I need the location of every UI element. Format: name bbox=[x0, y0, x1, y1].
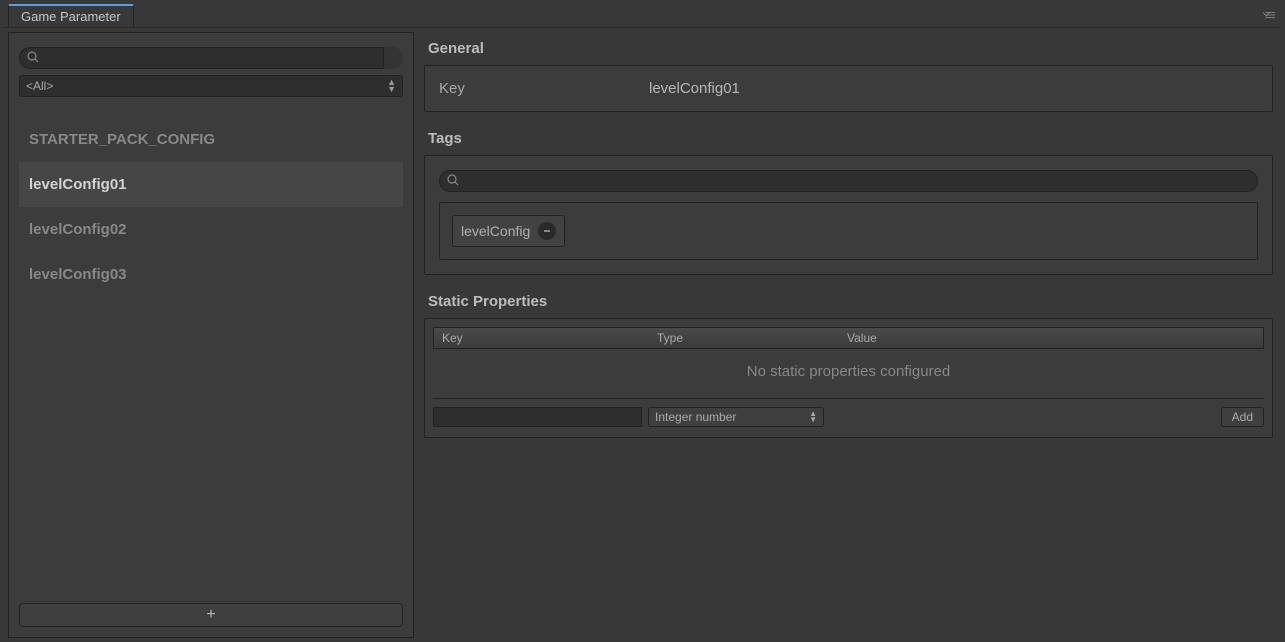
sidebar-add-button[interactable]: + bbox=[19, 603, 403, 627]
sidebar-search-clear[interactable] bbox=[383, 47, 403, 69]
new-property-key-input[interactable] bbox=[433, 407, 642, 427]
list-item[interactable]: levelConfig03 bbox=[19, 252, 403, 297]
tag-chip-label: levelConfig bbox=[461, 223, 530, 239]
sidebar-filter-select[interactable]: <All> ▲▼ bbox=[19, 75, 403, 97]
list-item[interactable]: levelConfig01 bbox=[19, 162, 403, 207]
search-icon bbox=[27, 51, 39, 66]
list-item[interactable]: levelConfig02 bbox=[19, 207, 403, 252]
tab-game-parameter[interactable]: Game Parameter bbox=[8, 4, 134, 27]
sidebar-list: STARTER_PACK_CONFIG levelConfig01 levelC… bbox=[19, 117, 403, 597]
static-properties-table-header: Key Type Value bbox=[433, 327, 1264, 349]
panel-menu-icon[interactable] bbox=[1261, 8, 1281, 23]
sidebar-filter-value: <All> bbox=[26, 79, 53, 93]
tags-box: levelConfig bbox=[424, 155, 1273, 275]
sidebar-search bbox=[19, 47, 403, 69]
tag-remove-button[interactable] bbox=[538, 222, 556, 240]
static-properties-add-row: Integer number ▲▼ Add bbox=[433, 398, 1264, 427]
section-title-general: General bbox=[428, 40, 1273, 57]
general-key-label: Key bbox=[439, 80, 649, 97]
column-header-key[interactable]: Key bbox=[434, 331, 649, 345]
tag-chip: levelConfig bbox=[452, 215, 565, 247]
details-panel: General Key levelConfig01 Tags levelCo bbox=[424, 32, 1277, 638]
column-header-value[interactable]: Value bbox=[839, 331, 1263, 345]
static-properties-box: Key Type Value No static properties conf… bbox=[424, 318, 1273, 438]
sidebar: <All> ▲▼ STARTER_PACK_CONFIG levelConfig… bbox=[8, 32, 414, 638]
tags-container: levelConfig bbox=[439, 202, 1258, 260]
new-property-type-select[interactable]: Integer number ▲▼ bbox=[648, 407, 824, 427]
new-property-type-value: Integer number bbox=[655, 410, 736, 424]
column-header-type[interactable]: Type bbox=[649, 331, 839, 345]
search-icon bbox=[447, 174, 459, 189]
sidebar-search-input[interactable] bbox=[19, 47, 403, 69]
section-title-tags: Tags bbox=[428, 130, 1273, 147]
tags-search bbox=[439, 170, 1258, 192]
tags-search-input[interactable] bbox=[439, 170, 1258, 192]
section-title-static-properties: Static Properties bbox=[428, 293, 1273, 310]
add-property-button[interactable]: Add bbox=[1221, 407, 1264, 427]
static-properties-empty-message: No static properties configured bbox=[433, 349, 1264, 398]
updown-icon: ▲▼ bbox=[387, 79, 396, 93]
general-box: Key levelConfig01 bbox=[424, 65, 1273, 112]
general-key-value: levelConfig01 bbox=[649, 80, 740, 97]
updown-icon: ▲▼ bbox=[809, 411, 817, 423]
list-item[interactable]: STARTER_PACK_CONFIG bbox=[19, 117, 403, 162]
